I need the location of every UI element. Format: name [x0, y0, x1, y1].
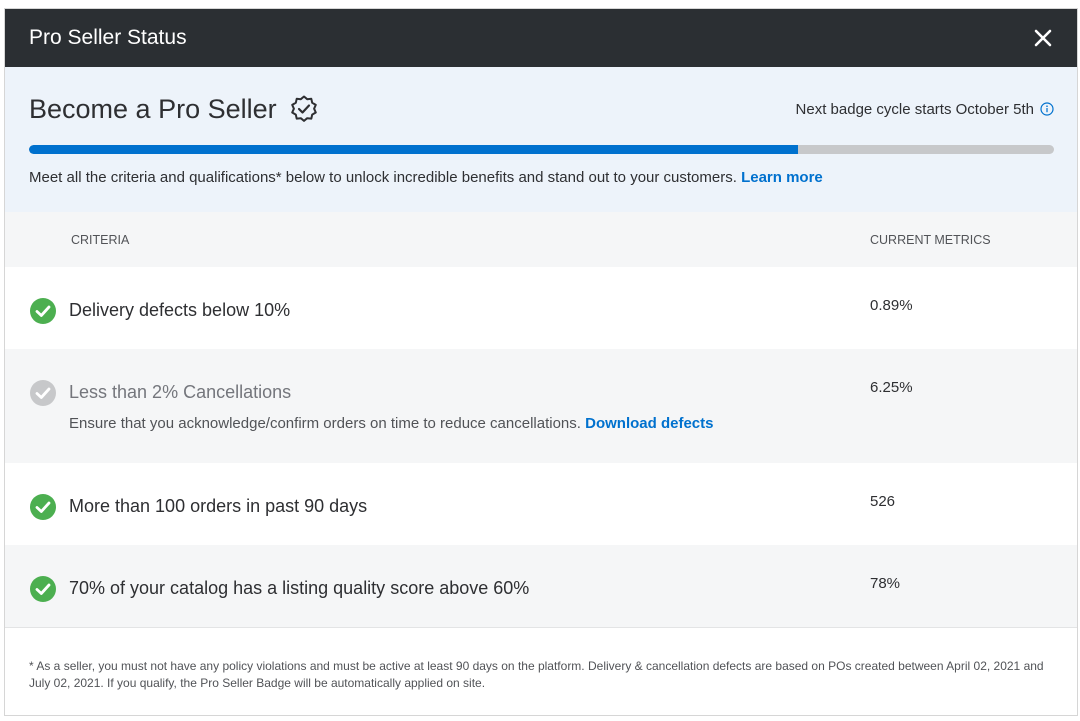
- description-text: Meet all the criteria and qualifications…: [29, 169, 737, 186]
- dialog-titlebar: Pro Seller Status: [5, 9, 1077, 67]
- check-circle-icon: [30, 494, 56, 520]
- current-metric: 0.89%: [870, 297, 913, 314]
- criteria-detail: Ensure that you acknowledge/confirm orde…: [69, 415, 713, 432]
- criteria-column-header: CRITERIA: [71, 232, 130, 247]
- verified-badge-icon: [290, 95, 317, 122]
- next-cycle-notice: Next badge cycle starts October 5th: [796, 101, 1054, 118]
- criteria-label: Less than 2% Cancellations: [69, 382, 292, 402]
- learn-more-link[interactable]: Learn more: [741, 169, 823, 186]
- hero-heading: Become a Pro Seller: [29, 94, 319, 125]
- metrics-column-header: CURRENT METRICS: [870, 232, 991, 247]
- table-header: CRITERIA CURRENT METRICS: [5, 212, 1077, 267]
- close-button[interactable]: [1029, 24, 1057, 52]
- criteria-detail-text: Ensure that you acknowledge/confirm orde…: [69, 415, 581, 432]
- dialog-title: Pro Seller Status: [29, 26, 187, 49]
- progress-fill: [29, 145, 798, 154]
- check-circle-icon: [30, 380, 56, 406]
- check-circle-icon: [30, 298, 56, 324]
- criteria-label: Delivery defects below 10%: [69, 300, 291, 320]
- badge-progress-bar: [29, 145, 1054, 154]
- pro-seller-dialog: Pro Seller Status Become a Pro Seller Ne…: [4, 8, 1078, 716]
- footnote: * As a seller, you must not have any pol…: [5, 627, 1077, 715]
- current-metric: 6.25%: [870, 379, 913, 396]
- current-metric: 78%: [870, 575, 901, 592]
- info-icon[interactable]: [1040, 102, 1054, 116]
- criteria-label: More than 100 orders in past 90 days: [69, 496, 368, 516]
- download-defects-link[interactable]: Download defects: [585, 415, 713, 432]
- next-cycle-text: Next badge cycle starts October 5th: [795, 100, 1034, 118]
- page-title: Become a Pro Seller: [29, 93, 277, 124]
- criteria-row: Delivery defects below 10% 0.89%: [5, 267, 1077, 349]
- criteria-row: More than 100 orders in past 90 days 526: [5, 463, 1077, 545]
- close-icon: [1034, 29, 1052, 47]
- hero-description: Meet all the criteria and qualifications…: [29, 169, 1054, 186]
- check-circle-icon: [30, 576, 56, 602]
- criteria-row: Less than 2% Cancellations Ensure that y…: [5, 349, 1077, 463]
- hero-section: Become a Pro Seller Next badge cycle sta…: [5, 67, 1077, 212]
- criteria-row: 70% of your catalog has a listing qualit…: [5, 545, 1077, 627]
- criteria-label: 70% of your catalog has a listing qualit…: [69, 578, 530, 598]
- current-metric: 526: [870, 493, 896, 510]
